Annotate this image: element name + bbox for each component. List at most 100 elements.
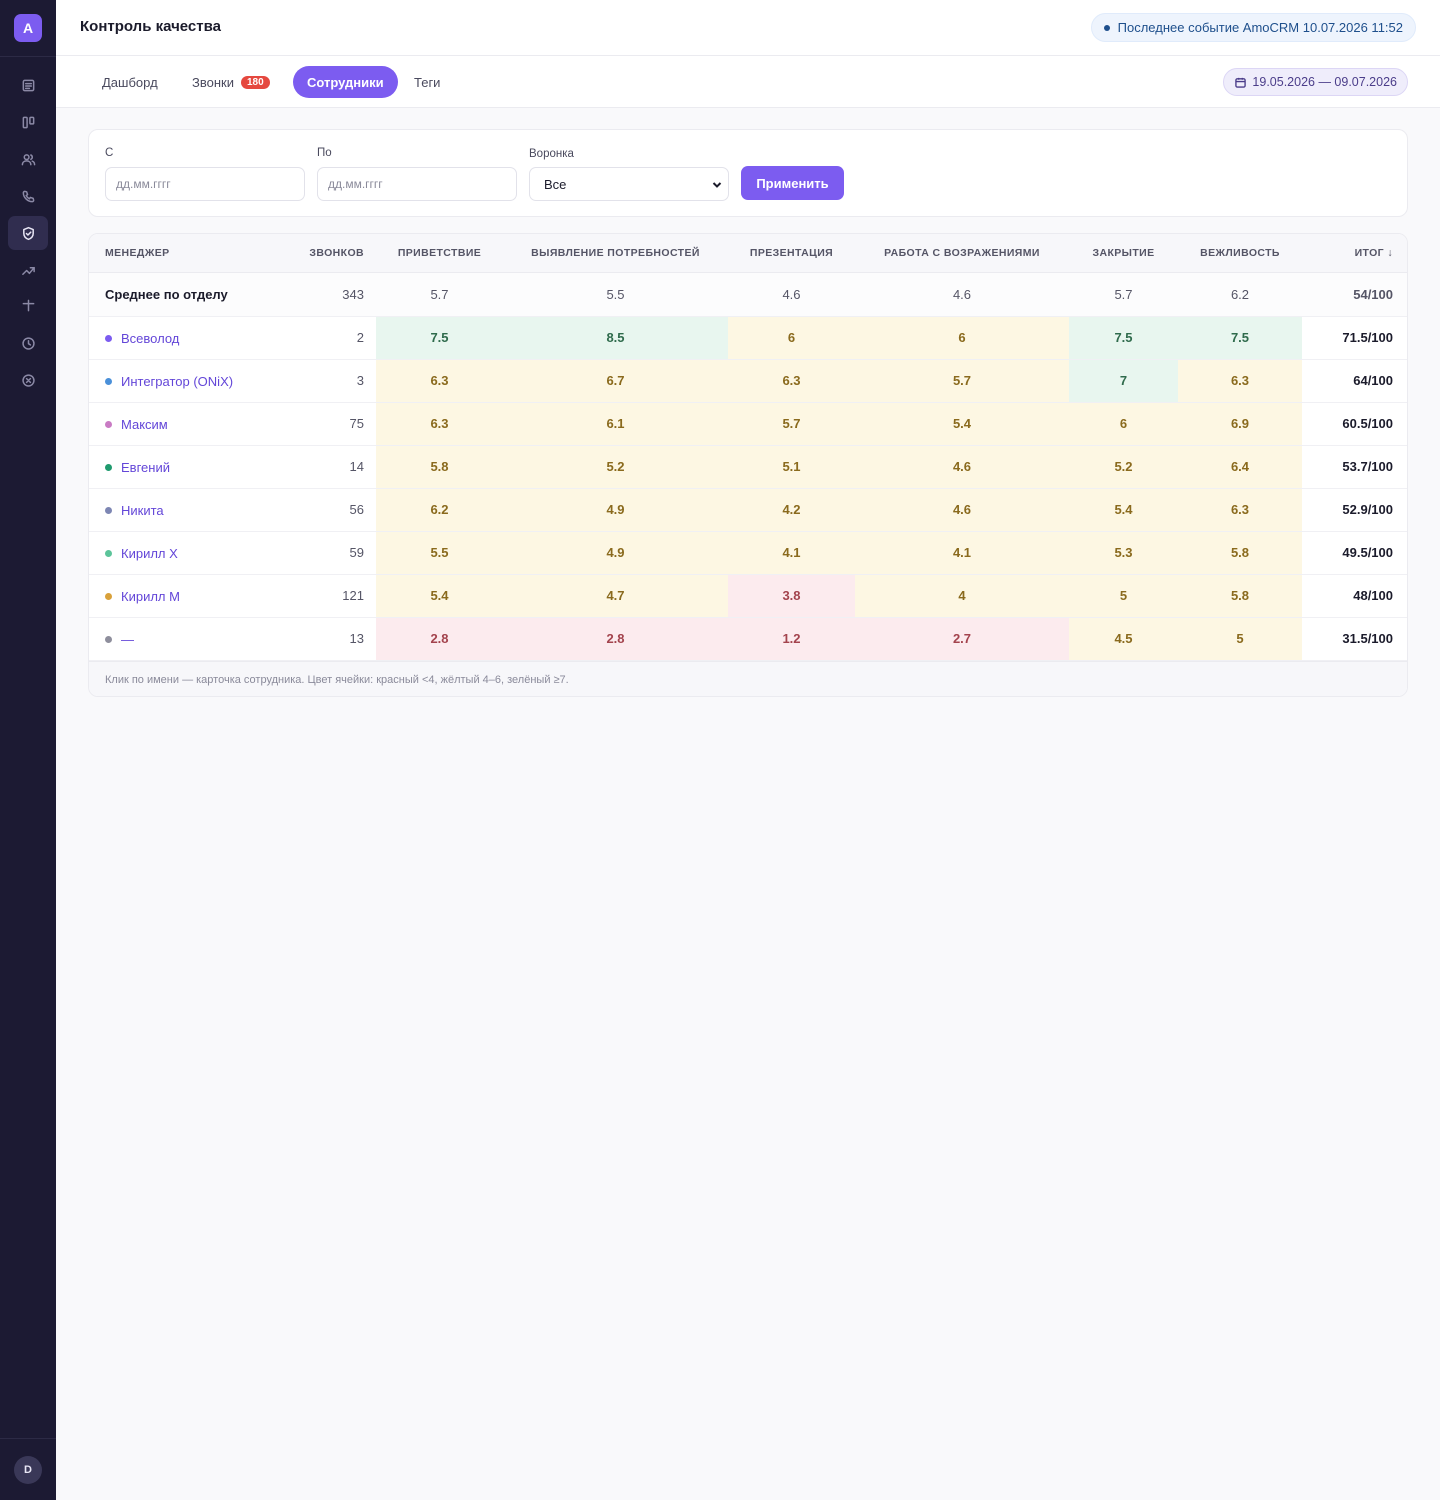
table-footnote: Клик по имени — карточка сотрудника. Цве… [89, 661, 1407, 696]
score-cell: 5.5 [376, 531, 503, 575]
sidebar-item-add[interactable] [8, 288, 48, 322]
score-cell: 6.7 [503, 359, 728, 403]
sidebar-item-calls[interactable] [8, 179, 48, 213]
funnel-select[interactable]: Все [529, 167, 729, 201]
total-score: 48/100 [1302, 574, 1407, 618]
average-label: Среднее по отделу [89, 272, 289, 317]
manager-name: — [121, 631, 134, 647]
score-cell: 5.7 [728, 402, 855, 446]
apply-button[interactable]: Применить [741, 166, 844, 200]
manager-cell: — [89, 617, 289, 661]
total-score: 52.9/100 [1302, 488, 1407, 532]
average-score: 5.7 [1069, 272, 1178, 317]
manager-link[interactable]: Всеволод [105, 331, 179, 346]
average-score: 6.2 [1178, 272, 1302, 317]
score-cell: 6.3 [1178, 488, 1302, 532]
col-header-politeness[interactable]: Вежливость [1178, 234, 1302, 273]
manager-link[interactable]: Никита [105, 503, 164, 518]
manager-link[interactable]: Интегратор (ONiX) [105, 374, 233, 389]
sidebar-item-analytics[interactable] [8, 253, 48, 287]
manager-link[interactable]: Максим [105, 417, 168, 432]
calls-count: 3 [289, 359, 376, 403]
score-cell: 5.4 [855, 402, 1069, 446]
manager-link[interactable]: Кирилл Х [105, 546, 178, 561]
manager-name: Кирилл М [121, 588, 180, 604]
col-header-presentation[interactable]: Презентация [728, 234, 855, 273]
manager-link[interactable]: Кирилл М [105, 589, 180, 604]
score-cell: 1.2 [728, 617, 855, 661]
sidebar-item-exclusions[interactable] [8, 363, 48, 397]
calls-count: 13 [289, 617, 376, 661]
app-logo[interactable]: A [14, 14, 42, 42]
col-header-objections[interactable]: Работа с возражениями [855, 234, 1069, 273]
manager-cell: Максим [89, 402, 289, 446]
tab-dashboard[interactable]: Дашборд [88, 66, 172, 98]
scores-table: Менеджер Звонков Приветствие Выявление п… [89, 234, 1407, 661]
calls-count: 121 [289, 574, 376, 618]
table-header-row: Менеджер Звонков Приветствие Выявление п… [89, 234, 1407, 273]
manager-color-dot-icon [105, 334, 112, 342]
tab-calls[interactable]: Звонки 180 [178, 66, 284, 98]
manager-cell: Евгений [89, 445, 289, 489]
manager-link[interactable]: Евгений [105, 460, 170, 475]
score-cell: 7 [1069, 359, 1178, 403]
calls-count: 59 [289, 531, 376, 575]
score-cell: 5.8 [1178, 574, 1302, 618]
col-header-total[interactable]: Итог ↓ [1302, 234, 1407, 273]
score-cell: 2.8 [376, 617, 503, 661]
average-calls: 343 [289, 272, 376, 317]
table-row: —13 2.8 2.8 1.2 2.7 4.5 5 31.5/100 [89, 617, 1407, 661]
department-average-row: Среднее по отделу 343 5.7 5.5 4.6 4.6 5.… [89, 272, 1407, 317]
calls-count: 2 [289, 316, 376, 360]
manager-name: Евгений [121, 459, 170, 475]
col-header-greeting[interactable]: Приветствие [376, 234, 503, 273]
funnel-selected-value: Все [544, 176, 567, 192]
col-header-calls[interactable]: Звонков [289, 234, 376, 273]
sidebar-item-users[interactable] [8, 142, 48, 176]
score-cell: 4.2 [728, 488, 855, 532]
score-cell: 6 [728, 316, 855, 360]
date-range-picker[interactable]: 19.05.2026 — 09.07.2026 [1223, 68, 1408, 96]
to-date-input[interactable]: дд.мм.гггг [317, 167, 517, 201]
calls-count: 75 [289, 402, 376, 446]
tab-tags[interactable]: Теги [400, 66, 454, 98]
score-cell: 4.1 [728, 531, 855, 575]
sidebar-item-history[interactable] [8, 326, 48, 360]
col-header-closing[interactable]: Закрытие [1069, 234, 1178, 273]
funnel-label: Воронка [529, 148, 574, 160]
manager-color-dot-icon [105, 635, 112, 643]
sidebar-item-board[interactable] [8, 105, 48, 139]
tab-employees[interactable]: Сотрудники [293, 66, 398, 98]
table-row: Кирилл М 121 5.4 4.7 3.8 4 5 5.8 48/100 [89, 574, 1407, 618]
score-cell: 5.4 [1069, 488, 1178, 532]
score-cell: 2.8 [503, 617, 728, 661]
last-event-text: Последнее событие AmoCRM 10.07.2026 11:5… [1117, 20, 1403, 35]
manager-name: Всеволод [121, 330, 180, 346]
manager-color-dot-icon [105, 420, 112, 428]
col-header-manager[interactable]: Менеджер [89, 234, 289, 273]
score-cell: 7.5 [376, 316, 503, 360]
calls-count: 14 [289, 445, 376, 489]
col-header-needs[interactable]: Выявление потребностей [503, 234, 728, 273]
tab-label: Дашборд [102, 74, 158, 90]
manager-cell: Интегратор (ONiX) [89, 359, 289, 403]
last-event-status: Последнее событие AmoCRM 10.07.2026 11:5… [1090, 13, 1416, 42]
user-avatar[interactable]: D [14, 1456, 42, 1484]
tab-label: Сотрудники [307, 74, 384, 90]
tabs-bar: Дашборд Звонки 180 Сотрудники Теги 19.05… [56, 56, 1440, 108]
sidebar: A D [0, 0, 56, 1500]
score-cell: 6 [855, 316, 1069, 360]
score-cell: 6.4 [1178, 445, 1302, 489]
sidebar-item-quality[interactable] [8, 216, 48, 250]
total-score: 31.5/100 [1302, 617, 1407, 661]
kanban-icon [22, 116, 34, 128]
filters-panel: С дд.мм.гггг По дд.мм.гггг Воронка Все П… [88, 129, 1408, 217]
total-score: 64/100 [1302, 359, 1407, 403]
score-cell: 4.9 [503, 488, 728, 532]
score-cell: 7.5 [1069, 316, 1178, 360]
total-score: 49.5/100 [1302, 531, 1407, 575]
manager-link[interactable]: — [105, 632, 134, 647]
from-date-input[interactable]: дд.мм.гггг [105, 167, 305, 201]
manager-cell: Никита [89, 488, 289, 532]
sidebar-item-documents[interactable] [8, 68, 48, 102]
